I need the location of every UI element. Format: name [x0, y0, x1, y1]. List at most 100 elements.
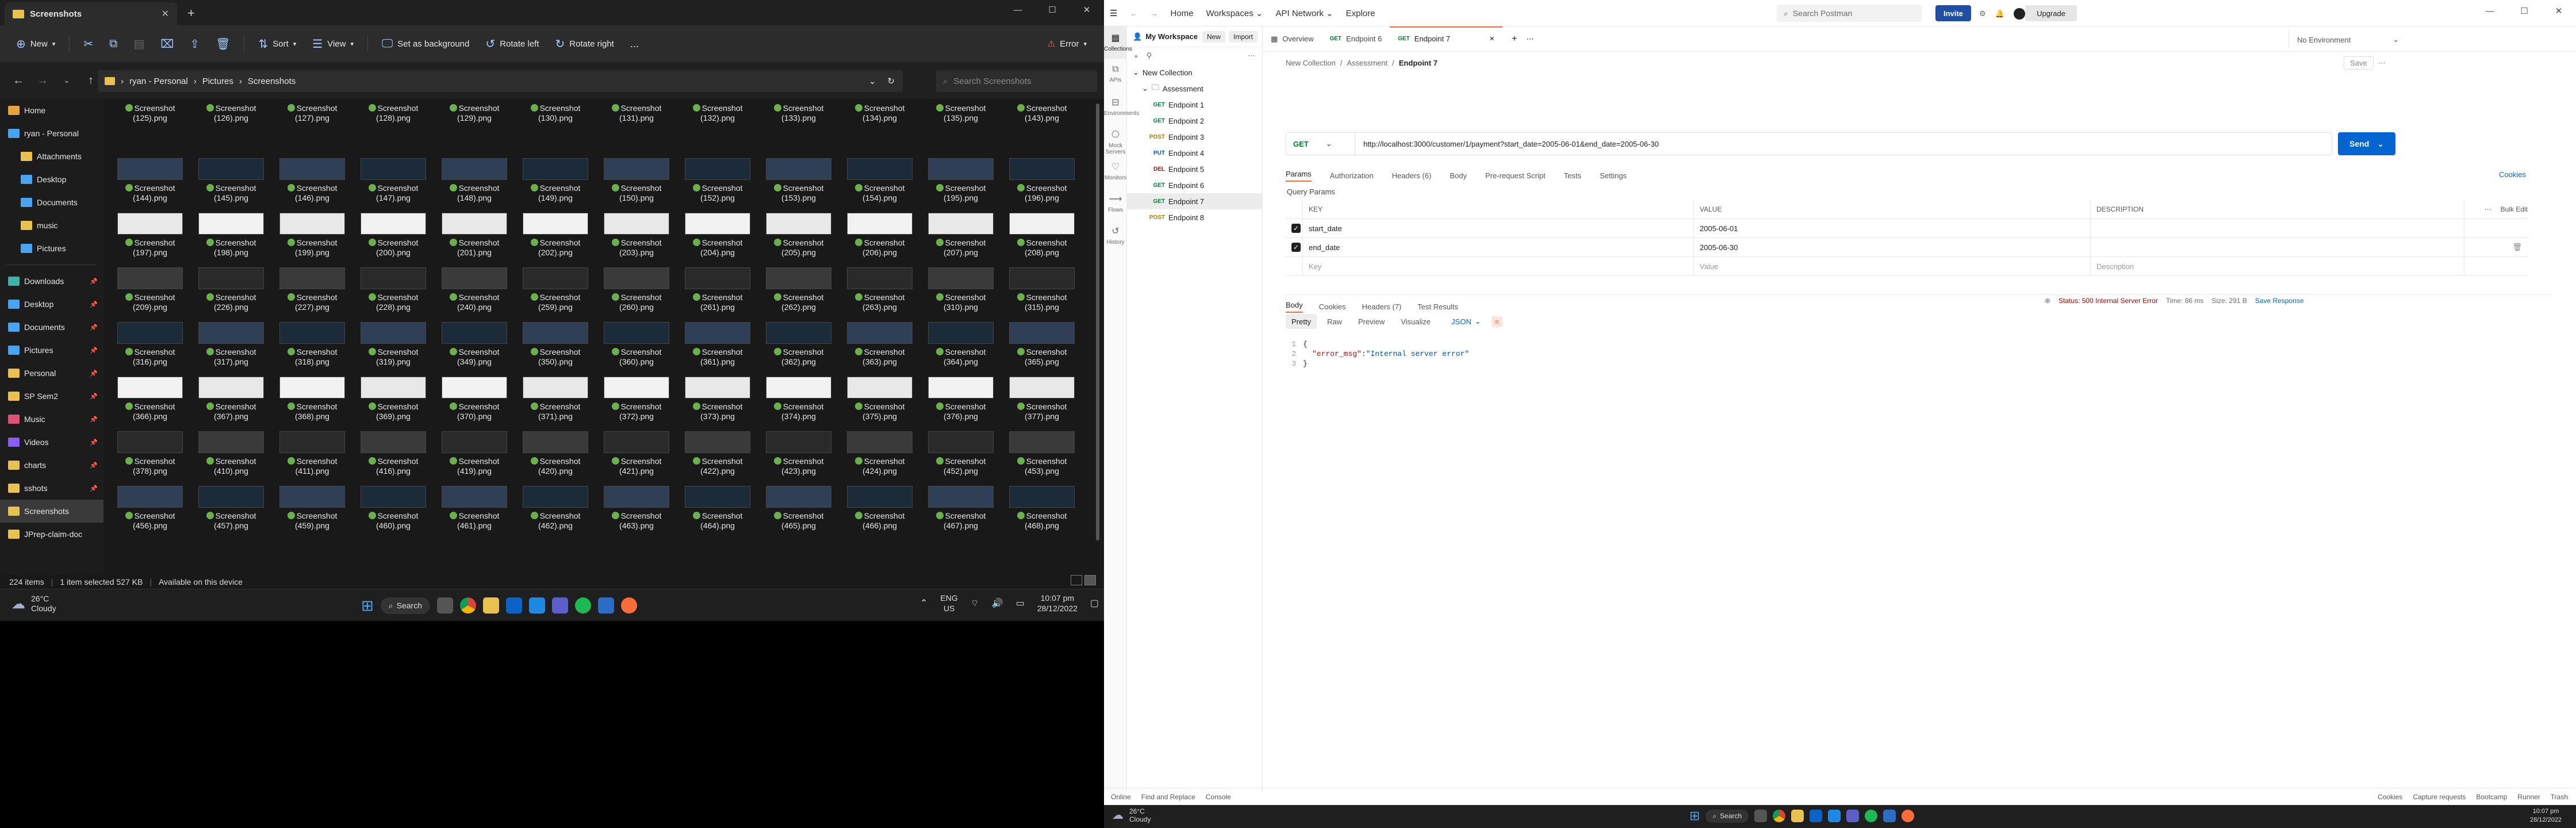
file-item[interactable]: Screenshot (143).png — [1007, 103, 1077, 123]
file-item[interactable]: Screenshot (422).png — [683, 431, 753, 476]
file-item[interactable]: Screenshot (467).png — [926, 486, 996, 531]
rail-item[interactable]: ♡ Monitors — [1104, 155, 1127, 187]
config-tab[interactable]: Pre-request Script — [1485, 171, 1546, 180]
explorer-tab[interactable]: Screenshots ✕ — [5, 2, 177, 25]
file-item[interactable]: Screenshot (127).png — [277, 103, 347, 123]
file-item[interactable]: Screenshot (459).png — [277, 486, 347, 531]
file-item[interactable]: Screenshot (421).png — [601, 431, 672, 476]
file-item[interactable]: Screenshot (460).png — [358, 486, 428, 531]
sidebar-item[interactable]: Pictures 📌 — [0, 339, 103, 362]
refresh-icon[interactable]: ↻ — [887, 76, 895, 86]
file-item[interactable]: Screenshot (205).png — [764, 213, 834, 258]
volume-icon[interactable]: 🔊 — [992, 597, 1003, 609]
file-item[interactable]: Screenshot (154).png — [845, 158, 915, 203]
file-item[interactable]: Screenshot (361).png — [683, 322, 753, 367]
outlook-icon[interactable] — [1810, 810, 1823, 822]
console-button[interactable]: Console — [1206, 793, 1231, 801]
upgrade-button[interactable]: Upgrade — [2025, 5, 2077, 21]
file-explorer-icon[interactable] — [483, 597, 499, 614]
param-value[interactable]: 2005-06-30 — [1694, 237, 2091, 257]
file-item[interactable]: Screenshot (463).png — [601, 486, 672, 531]
word-icon[interactable] — [1883, 810, 1896, 822]
chrome-icon[interactable] — [460, 597, 476, 614]
response-tab[interactable]: Headers (7) — [1362, 302, 1402, 311]
nav-workspaces[interactable]: Workspaces ⌄ — [1206, 8, 1263, 18]
new-tab-button[interactable]: + — [1512, 34, 1517, 44]
file-item[interactable]: Screenshot (349).png — [439, 322, 509, 367]
file-item[interactable]: Screenshot (135).png — [926, 103, 996, 123]
taskbar-search[interactable]: ⌕ Search — [1705, 809, 1749, 823]
format-button[interactable]: Pretty — [1286, 314, 1317, 329]
file-item[interactable]: Screenshot (130).png — [520, 103, 591, 123]
collection-root[interactable]: ⌄ New Collection — [1127, 64, 1262, 80]
config-tab[interactable]: Authorization — [1330, 171, 1374, 180]
file-item[interactable]: Screenshot (152).png — [683, 158, 753, 203]
forward-arrow-icon[interactable]: → — [32, 74, 53, 87]
param-value[interactable]: 2005-06-01 — [1694, 218, 2091, 238]
task-view-icon[interactable] — [1754, 810, 1768, 822]
cookies-button[interactable]: Cookies — [2378, 793, 2402, 801]
file-item[interactable]: Screenshot (456).png — [115, 486, 185, 531]
delete-button[interactable]: 🗑 — [210, 32, 236, 55]
file-item[interactable]: Screenshot (372).png — [601, 377, 672, 421]
file-item[interactable]: Screenshot (378).png — [115, 431, 185, 476]
settings-icon[interactable]: ⚙ — [1979, 9, 1986, 18]
param-description[interactable] — [2091, 218, 2464, 238]
sidebar-item[interactable]: SP Sem2 📌 — [0, 385, 103, 408]
file-item[interactable]: Screenshot (125).png — [115, 103, 185, 123]
url-input[interactable]: http://localhost:3000/customer/1/payment… — [1356, 133, 2328, 155]
file-item[interactable]: Screenshot (202).png — [520, 213, 591, 258]
weather-widget[interactable]: ☁ 26°C Cloudy — [12, 594, 56, 614]
file-item[interactable]: Screenshot (126).png — [196, 103, 266, 123]
language-select[interactable]: JSON ⌄ — [1446, 314, 1487, 329]
config-tab[interactable]: Body — [1450, 171, 1467, 180]
file-item[interactable]: Screenshot (424).png — [845, 431, 915, 476]
format-button[interactable]: Visualize — [1395, 314, 1436, 329]
copy-button[interactable]: ⧉ — [103, 32, 123, 55]
sidebar-item[interactable]: charts 📌 — [0, 454, 103, 477]
file-item[interactable]: Screenshot (367).png — [196, 377, 266, 421]
file-item[interactable]: Screenshot (208).png — [1007, 213, 1077, 258]
wrap-lines-icon[interactable]: ≡ — [1491, 316, 1503, 327]
rail-item[interactable]: ⧉ APIs — [1104, 59, 1127, 91]
file-item[interactable]: Screenshot (466).png — [845, 486, 915, 531]
menu-icon[interactable]: ☰ — [1110, 8, 1117, 18]
notification-icon[interactable]: ▢ — [1090, 597, 1099, 609]
sidebar-item[interactable]: sshots 📌 — [0, 477, 103, 500]
maximize-button[interactable]: ☐ — [2507, 6, 2542, 16]
spotify-icon[interactable] — [575, 597, 591, 614]
file-item[interactable]: Screenshot (129).png — [439, 103, 509, 123]
request-tab[interactable]: GET Endpoint 6 — [1321, 26, 1390, 52]
file-item[interactable]: Screenshot (203).png — [601, 213, 672, 258]
breadcrumb[interactable]: › ryan - Personal › Pictures › Screensho… — [98, 70, 903, 92]
response-body[interactable]: 1{ 2 "error_msg": "Internal server error"… — [1286, 339, 2551, 368]
rename-button[interactable]: ⌧ — [155, 32, 179, 55]
paste-button[interactable]: ▤ — [128, 32, 150, 55]
file-item[interactable]: Screenshot (410).png — [196, 431, 266, 476]
file-item[interactable]: Screenshot (262).png — [764, 267, 834, 312]
file-item[interactable]: Screenshot (360).png — [601, 322, 672, 367]
format-button[interactable]: Preview — [1352, 314, 1390, 329]
more-button[interactable]: ... — [624, 32, 645, 55]
more-icon[interactable]: ⋯ — [1248, 51, 1255, 60]
file-item[interactable]: Screenshot (374).png — [764, 377, 834, 421]
method-select[interactable]: GET ⌄ — [1286, 133, 1355, 155]
send-button[interactable]: Send ⌄ — [2338, 132, 2395, 155]
rotate-right-button[interactable]: ↻ Rotate right — [550, 32, 620, 55]
sort-button[interactable]: ⇅ Sort ▾ — [252, 32, 302, 55]
file-item[interactable]: Screenshot (315).png — [1007, 267, 1077, 312]
cut-button[interactable]: ✂ — [78, 32, 99, 55]
more-icon[interactable]: ⋯ — [1527, 34, 1534, 44]
avatar[interactable] — [2013, 8, 2025, 20]
response-tab[interactable]: Cookies — [1319, 302, 1346, 311]
weather-widget[interactable]: ☁ 26°C Cloudy — [1112, 807, 1151, 823]
file-item[interactable]: Screenshot (453).png — [1007, 431, 1077, 476]
file-item[interactable]: Screenshot (370).png — [439, 377, 509, 421]
tiles-view-button[interactable] — [1084, 575, 1096, 585]
sidebar-item[interactable]: Home — [0, 99, 103, 122]
file-item[interactable]: Screenshot (259).png — [520, 267, 591, 312]
breadcrumb-item[interactable]: Assessment — [1347, 59, 1387, 67]
file-item[interactable]: Screenshot (411).png — [277, 431, 347, 476]
error-button[interactable]: ⚠ Error ▾ — [1042, 32, 1092, 55]
sidebar-item[interactable]: Videos 📌 — [0, 431, 103, 454]
